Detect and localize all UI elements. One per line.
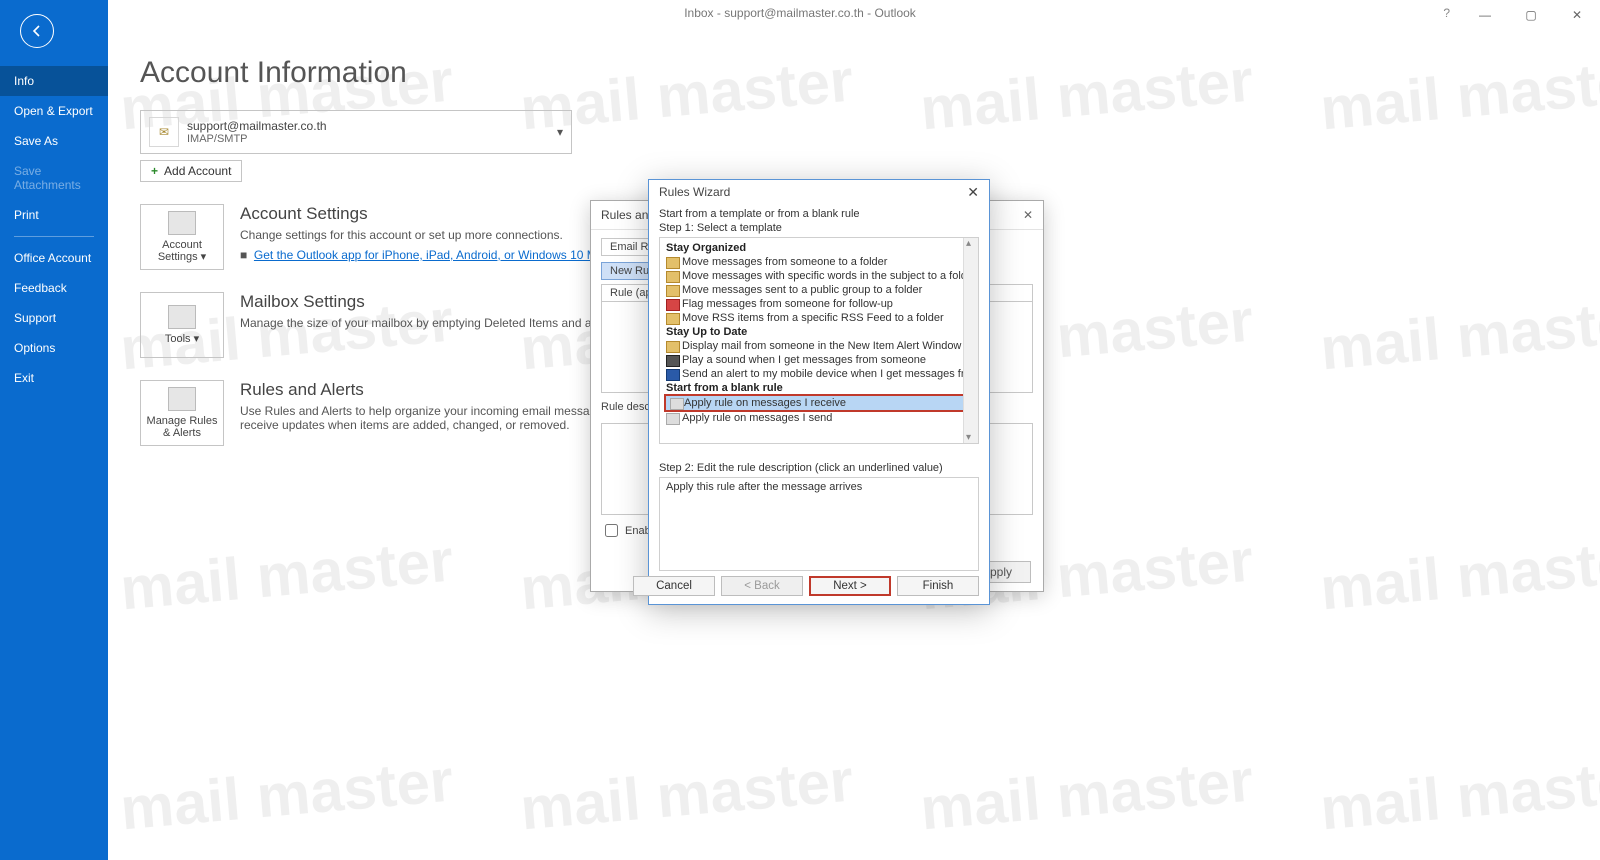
nav-print[interactable]: Print [0,200,108,230]
rules-wizard-dialog: Rules Wizard ✕ Start from a template or … [648,179,990,605]
template-move-public-group[interactable]: Move messages sent to a public group to … [662,283,976,297]
get-outlook-app-link[interactable]: Get the Outlook app for iPhone, iPad, An… [254,248,626,262]
page-title: Account Information [140,56,1600,90]
wizard-step2-label: Step 2: Edit the rule description (click… [659,462,979,474]
account-icon: ✉ [149,117,179,147]
template-listbox[interactable]: Stay Organized Move messages from someon… [659,237,979,444]
nav-feedback[interactable]: Feedback [0,273,108,303]
help-icon[interactable]: ? [1443,6,1450,20]
wizard-title: Rules Wizard [659,185,730,199]
wizard-intro: Start from a template or from a blank ru… [659,208,979,220]
backstage-sidebar: Info Open & Export Save As Save Attachme… [0,0,108,860]
wizard-back-button: < Back [721,576,803,596]
template-flag-followup[interactable]: Flag messages from someone for follow-up [662,297,976,311]
window-title: Inbox - support@mailmaster.co.th - Outlo… [684,6,916,20]
plus-icon: + [151,164,158,178]
account-settings-button[interactable]: Account Settings ▾ [140,204,224,270]
listbox-scrollbar[interactable] [963,238,978,443]
tools-icon [168,305,196,329]
template-move-words-subject[interactable]: Move messages with specific words in the… [662,269,976,283]
chevron-down-icon: ▾ [557,125,563,139]
title-bar: Inbox - support@mailmaster.co.th - Outlo… [0,0,1600,30]
wizard-next-button[interactable]: Next > [809,576,891,596]
enable-rss-check[interactable] [605,524,618,537]
wizard-step1-label: Step 1: Select a template [659,222,979,234]
group-stay-organized: Stay Organized [662,241,976,255]
manage-rules-button[interactable]: Manage Rules & Alerts [140,380,224,446]
nav-separator [14,236,94,237]
add-account-button[interactable]: + Add Account [140,160,242,182]
nav-save-as[interactable]: Save As [0,126,108,156]
account-email: support@mailmaster.co.th [187,119,327,133]
mailbox-settings-heading: Mailbox Settings [240,292,636,312]
template-move-from-someone[interactable]: Move messages from someone to a folder [662,255,976,269]
template-apply-receive[interactable]: Apply rule on messages I receive [664,394,974,412]
nav-support[interactable]: Support [0,303,108,333]
rules-alerts-desc: Use Rules and Alerts to help organize yo… [240,404,640,432]
mailbox-settings-desc: Manage the size of your mailbox by empty… [240,316,636,330]
close-button[interactable]: ✕ [1554,0,1600,30]
template-mobile-alert[interactable]: Send an alert to my mobile device when I… [662,367,976,381]
template-display-alert[interactable]: Display mail from someone in the New Ite… [662,339,976,353]
wizard-cancel-button[interactable]: Cancel [633,576,715,596]
add-account-label: Add Account [164,164,231,178]
group-stay-up-to-date: Stay Up to Date [662,325,976,339]
minimize-button[interactable]: — [1462,0,1508,30]
account-settings-heading: Account Settings [240,204,625,224]
tools-button[interactable]: Tools ▾ [140,292,224,358]
nav-save-attachments: Save Attachments [0,156,108,200]
back-arrow-icon [30,24,44,38]
account-settings-icon [168,211,196,235]
template-play-sound[interactable]: Play a sound when I get messages from so… [662,353,976,367]
group-blank-rule: Start from a blank rule [662,381,976,395]
nav-office-account[interactable]: Office Account [0,243,108,273]
maximize-button[interactable]: ▢ [1508,0,1554,30]
nav-exit[interactable]: Exit [0,363,108,393]
rules-icon [168,387,196,411]
account-settings-desc: Change settings for this account or set … [240,228,625,242]
rules-dialog-close[interactable]: ✕ [1023,208,1033,222]
nav-options[interactable]: Options [0,333,108,363]
nav-open-export[interactable]: Open & Export [0,96,108,126]
account-selector[interactable]: ✉ support@mailmaster.co.th IMAP/SMTP ▾ [140,110,572,154]
wizard-close-button[interactable]: ✕ [967,184,979,201]
template-apply-send[interactable]: Apply rule on messages I send [662,411,976,425]
back-button[interactable] [20,14,54,48]
rule-description-editor[interactable]: Apply this rule after the message arrive… [659,477,979,571]
template-move-rss[interactable]: Move RSS items from a specific RSS Feed … [662,311,976,325]
rules-alerts-heading: Rules and Alerts [240,380,640,400]
account-protocol: IMAP/SMTP [187,133,327,145]
nav-info[interactable]: Info [0,66,108,96]
wizard-finish-button[interactable]: Finish [897,576,979,596]
